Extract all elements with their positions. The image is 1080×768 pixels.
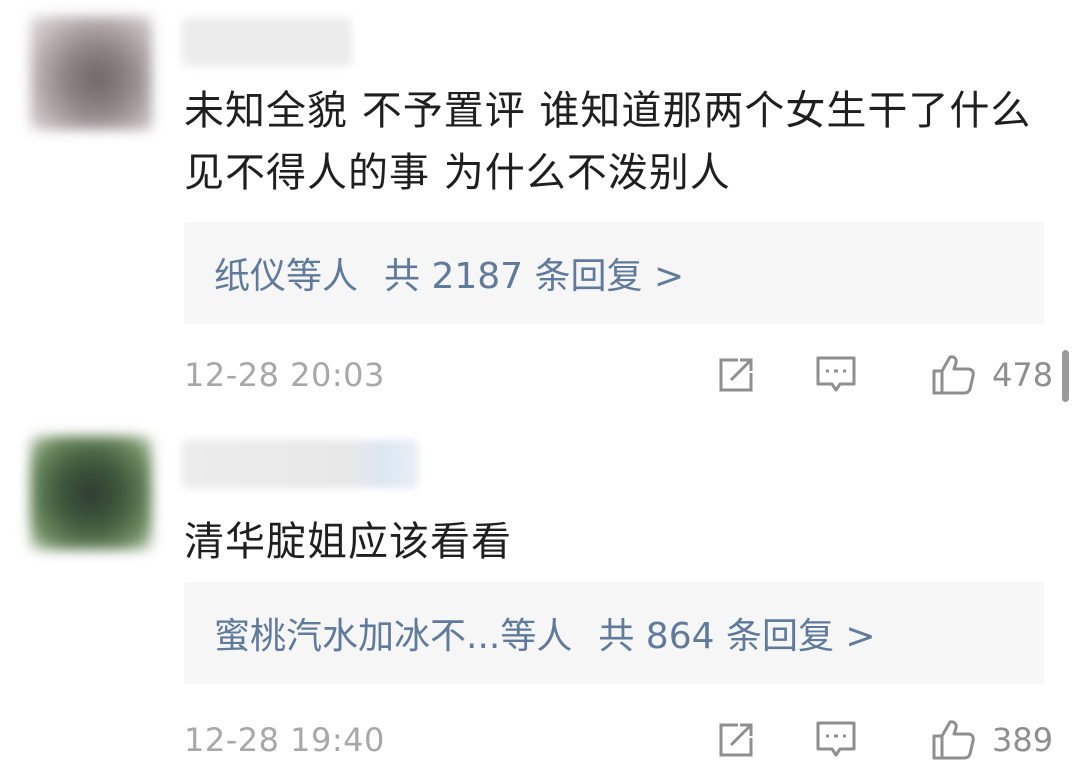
comment-meta: 12-28 20:03 478 bbox=[184, 345, 1064, 405]
avatar[interactable] bbox=[30, 16, 152, 130]
timestamp: 12-28 19:40 bbox=[184, 721, 385, 759]
timestamp: 12-28 20:03 bbox=[184, 356, 385, 394]
scrollbar[interactable] bbox=[1062, 350, 1069, 402]
username-blurred[interactable] bbox=[182, 440, 418, 488]
like-icon bbox=[932, 720, 975, 760]
replies-names: 纸仪等人 bbox=[214, 256, 359, 297]
comment-icon bbox=[816, 721, 856, 757]
comments-page: 未知全貌 不予置评 谁知道那两个女生干了什么见不得人的事 为什么不泼别人 纸仪等… bbox=[0, 0, 1080, 768]
repost-button[interactable] bbox=[714, 720, 758, 760]
like-icon bbox=[932, 355, 975, 395]
like-button[interactable]: 389 bbox=[930, 718, 1053, 762]
comment-text: 清华腚姐应该看看 bbox=[184, 519, 512, 565]
comment-button[interactable] bbox=[814, 354, 858, 396]
comment-text: 未知全貌 不予置评 谁知道那两个女生干了什么见不得人的事 为什么不泼别人 bbox=[184, 88, 1032, 196]
replies-count: 共 864 条回复 > bbox=[598, 616, 876, 657]
repost-icon bbox=[719, 723, 753, 757]
replies-link[interactable]: 纸仪等人 共 2187 条回复 > bbox=[184, 222, 1044, 324]
avatar[interactable] bbox=[30, 436, 152, 550]
like-count: 478 bbox=[992, 356, 1054, 394]
like-button[interactable]: 478 bbox=[930, 353, 1053, 397]
replies-count: 共 2187 条回复 > bbox=[384, 256, 685, 297]
username-blurred[interactable] bbox=[182, 18, 352, 66]
repost-button[interactable] bbox=[714, 355, 758, 395]
divider bbox=[0, 423, 1080, 424]
repost-icon bbox=[719, 358, 753, 392]
comment-icon bbox=[816, 356, 856, 392]
comment-button[interactable] bbox=[814, 719, 858, 761]
replies-link[interactable]: 蜜桃汽水加冰不...等人 共 864 条回复 > bbox=[184, 582, 1044, 684]
like-count: 389 bbox=[992, 721, 1054, 759]
comment-meta: 12-28 19:40 389 bbox=[184, 710, 1064, 768]
replies-names: 蜜桃汽水加冰不...等人 bbox=[214, 616, 573, 657]
